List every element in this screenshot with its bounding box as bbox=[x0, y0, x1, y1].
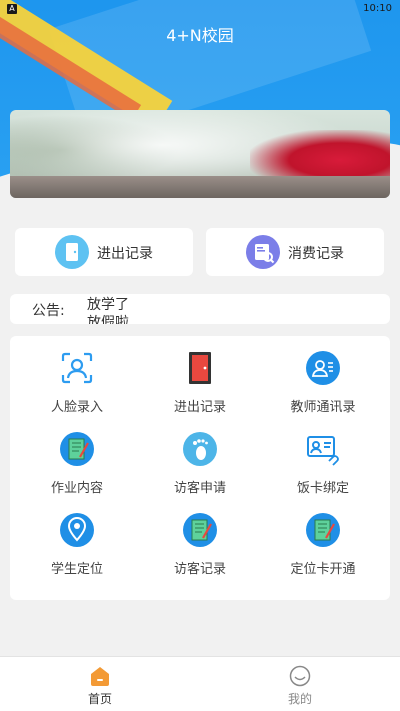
notebook-icon bbox=[59, 431, 95, 467]
banner-image[interactable] bbox=[10, 110, 390, 198]
grid-item-location-card[interactable]: 定位卡开通 bbox=[263, 498, 383, 578]
tab-label: 我的 bbox=[287, 692, 312, 706]
grid-item-label: 访客申请 bbox=[173, 481, 226, 496]
smiley-icon bbox=[289, 665, 311, 687]
grid-item-visitor-apply[interactable]: 访客申请 bbox=[140, 417, 260, 497]
notebook-icon bbox=[182, 512, 218, 548]
tab-home[interactable]: 首页 bbox=[0, 657, 200, 711]
grid-item-label: 访客记录 bbox=[173, 562, 226, 577]
grid-item-entry-exit[interactable]: 进出记录 bbox=[140, 336, 260, 416]
tab-mine[interactable]: 我的 bbox=[200, 657, 400, 711]
status-bar: A 10:10 bbox=[0, 0, 400, 18]
consumption-record-button[interactable]: 消费记录 bbox=[206, 228, 384, 276]
page-title: 4+N校园 bbox=[166, 26, 234, 45]
grid-item-meal-card-bind[interactable]: 饭卡绑定 bbox=[263, 417, 383, 497]
app-badge: A bbox=[7, 4, 17, 14]
door-icon bbox=[182, 350, 218, 386]
grid-item-label: 学生定位 bbox=[50, 562, 103, 577]
function-grid: 人脸录入 进出记录 教师通讯录 作业内容 访客申请 饭卡绑定 学生定位 访客记录… bbox=[10, 336, 390, 600]
notice-label: 公告: bbox=[32, 303, 65, 319]
home-icon bbox=[89, 665, 111, 687]
footprint-icon bbox=[182, 431, 218, 467]
grid-item-label: 作业内容 bbox=[50, 481, 103, 496]
grid-item-face-entry[interactable]: 人脸录入 bbox=[17, 336, 137, 416]
bottom-tab-bar: 首页 我的 bbox=[0, 656, 400, 711]
receipt-icon bbox=[246, 235, 280, 269]
notice-text-line: 放假啦 bbox=[87, 315, 129, 324]
entry-exit-record-label: 进出记录 bbox=[97, 246, 153, 262]
notebook-icon bbox=[305, 512, 341, 548]
id-card-link-icon bbox=[305, 431, 341, 467]
status-time: 10:10 bbox=[363, 3, 392, 14]
face-scan-icon bbox=[59, 350, 95, 386]
notice-text-line: 放学了 bbox=[87, 297, 129, 313]
notice-bar[interactable]: 公告: 放学了 放假啦 bbox=[10, 294, 390, 324]
grid-item-label: 定位卡开通 bbox=[290, 562, 356, 577]
grid-item-homework[interactable]: 作业内容 bbox=[17, 417, 137, 497]
grid-item-visitor-record[interactable]: 访客记录 bbox=[140, 498, 260, 578]
grid-item-student-location[interactable]: 学生定位 bbox=[17, 498, 137, 578]
grid-item-label: 饭卡绑定 bbox=[296, 481, 349, 496]
location-pin-icon bbox=[59, 512, 95, 548]
grid-item-label: 教师通讯录 bbox=[290, 400, 356, 415]
entry-exit-record-button[interactable]: 进出记录 bbox=[15, 228, 193, 276]
grid-item-label: 人脸录入 bbox=[50, 400, 103, 415]
contacts-icon bbox=[305, 350, 341, 386]
grid-item-label: 进出记录 bbox=[173, 400, 226, 415]
door-icon bbox=[55, 235, 89, 269]
consumption-record-label: 消费记录 bbox=[288, 246, 344, 262]
grid-item-teacher-contacts[interactable]: 教师通讯录 bbox=[263, 336, 383, 416]
tab-label: 首页 bbox=[87, 692, 112, 706]
